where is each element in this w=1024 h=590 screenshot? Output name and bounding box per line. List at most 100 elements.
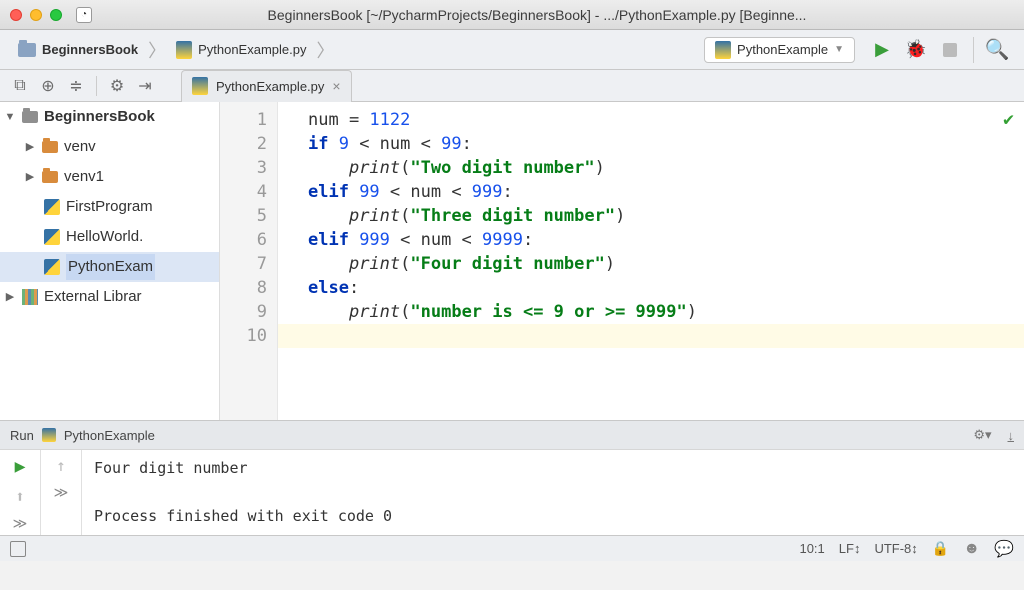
search-button[interactable]: 🔍 xyxy=(984,37,1010,63)
python-file-icon xyxy=(42,428,56,442)
lock-icon[interactable]: 🔒 xyxy=(932,540,949,557)
python-file-icon xyxy=(176,41,192,59)
chevron-right-icon: 〉 xyxy=(148,37,166,63)
folder-icon xyxy=(18,43,36,57)
file-encoding[interactable]: UTF-8↕ xyxy=(874,541,917,556)
stop-button[interactable] xyxy=(937,37,963,63)
main-area: ▼ BeginnersBook ▶ venv ▶ venv1 FirstProg… xyxy=(0,102,1024,420)
folder-icon xyxy=(22,111,38,123)
folder-icon xyxy=(42,141,58,153)
tree-root-label: BeginnersBook xyxy=(44,104,155,130)
app-icon: ◔ xyxy=(76,7,92,23)
close-button[interactable] xyxy=(10,9,22,21)
separator xyxy=(973,37,974,63)
window-title: BeginnersBook [~/PycharmProjects/Beginne… xyxy=(100,7,1014,23)
code-line: print("number is <= 9 or >= 9999") xyxy=(308,300,1024,324)
window-titlebar: ◔ BeginnersBook [~/PycharmProjects/Begin… xyxy=(0,0,1024,30)
run-title-name: PythonExample xyxy=(64,428,155,443)
code-line: print("Three digit number") xyxy=(308,204,1024,228)
up-button[interactable]: ↑ xyxy=(56,456,66,475)
select-open-file-icon[interactable]: ⧉ xyxy=(8,74,32,98)
run-header[interactable]: Run PythonExample ⚙▾ ↓ xyxy=(0,421,1024,449)
code-line: print("Two digit number") xyxy=(308,156,1024,180)
chevron-down-icon: ▼ xyxy=(834,44,844,55)
editor-tab[interactable]: PythonExample.py × xyxy=(181,70,352,102)
run-configuration-dropdown[interactable]: PythonExample ▼ xyxy=(704,37,855,63)
tree-root[interactable]: ▼ BeginnersBook xyxy=(0,102,219,132)
run-tool-window: Run PythonExample ⚙▾ ↓ ▶ ⬆ ≫ ↑ ≫ Four di… xyxy=(0,420,1024,535)
project-toolbar: ⧉ ⊕ ≑ ⚙ ⇥ PythonExample.py × xyxy=(0,70,1024,102)
folder-icon xyxy=(42,171,58,183)
python-file-icon xyxy=(44,229,60,245)
minimize-button[interactable] xyxy=(30,9,42,21)
code-line xyxy=(278,324,1024,348)
code-line: elif 99 < num < 999: xyxy=(308,180,1024,204)
code-line: print("Four digit number") xyxy=(308,252,1024,276)
run-config-label: PythonExample xyxy=(737,42,828,57)
breadcrumb-project[interactable]: BeginnersBook xyxy=(10,38,146,61)
run-button[interactable]: ▶ xyxy=(869,37,895,63)
tree-item-label: venv1 xyxy=(64,164,104,190)
separator xyxy=(96,76,97,96)
tree-item-helloworld[interactable]: HelloWorld. xyxy=(0,222,219,252)
tree-item-label: HelloWorld. xyxy=(66,224,143,250)
tool-windows-icon[interactable] xyxy=(10,541,26,557)
code-area[interactable]: ✔ num = 1122 if 9 < num < 99: print("Two… xyxy=(278,102,1024,420)
tree-item-venv[interactable]: ▶ venv xyxy=(0,132,219,162)
collapse-all-icon[interactable]: ≑ xyxy=(64,74,88,98)
scroll-from-source-icon[interactable]: ⊕ xyxy=(36,74,60,98)
more-button[interactable]: ≫ xyxy=(54,485,69,501)
expand-icon[interactable]: ▶ xyxy=(24,164,36,190)
settings-icon[interactable]: ⚙ xyxy=(105,74,129,98)
inspection-ok-icon: ✔ xyxy=(1003,108,1014,132)
feedback-icon[interactable]: 💬 xyxy=(994,539,1014,559)
python-file-icon xyxy=(44,199,60,215)
more-button[interactable]: ≫ xyxy=(13,516,28,532)
run-title-prefix: Run xyxy=(10,428,34,443)
breadcrumb-project-label: BeginnersBook xyxy=(42,42,138,57)
python-file-icon xyxy=(715,41,731,59)
status-bar: 10:1 LF↕ UTF-8↕ 🔒 ☻ 💬 xyxy=(0,535,1024,561)
close-tab-icon[interactable]: × xyxy=(332,78,340,94)
output-line: Process finished with exit code 0 xyxy=(94,504,392,528)
breadcrumb-file-label: PythonExample.py xyxy=(198,42,306,57)
caret-position[interactable]: 10:1 xyxy=(799,541,824,556)
traffic-lights xyxy=(10,9,62,21)
tree-external-libraries[interactable]: ▶ External Librar xyxy=(0,282,219,312)
code-line: if 9 < num < 99: xyxy=(308,132,1024,156)
tree-item-label: venv xyxy=(64,134,96,160)
breadcrumb-file[interactable]: PythonExample.py xyxy=(168,37,314,63)
hide-icon[interactable]: ⇥ xyxy=(133,74,157,98)
project-sidebar[interactable]: ▼ BeginnersBook ▶ venv ▶ venv1 FirstProg… xyxy=(0,102,220,420)
editor-gutter: 123 456 789 10 xyxy=(220,102,278,420)
code-line: else: xyxy=(308,276,1024,300)
zoom-button[interactable] xyxy=(50,9,62,21)
navigation-bar: BeginnersBook 〉 PythonExample.py 〉 Pytho… xyxy=(0,30,1024,70)
code-line: elif 999 < num < 9999: xyxy=(308,228,1024,252)
tree-item-venv1[interactable]: ▶ venv1 xyxy=(0,162,219,192)
tree-item-label: FirstProgram xyxy=(66,194,153,220)
chevron-right-icon: 〉 xyxy=(316,37,334,63)
run-side-toolbar-2: ↑ ≫ xyxy=(41,450,81,535)
download-icon[interactable]: ↓ xyxy=(1008,428,1015,443)
expand-icon[interactable]: ▶ xyxy=(4,284,16,310)
collapse-icon[interactable]: ▼ xyxy=(4,104,16,130)
tree-item-label: External Librar xyxy=(44,284,142,310)
output-line: Four digit number xyxy=(94,456,392,480)
debug-button[interactable]: 🐞 xyxy=(903,37,929,63)
code-editor[interactable]: 123 456 789 10 ✔ num = 1122 if 9 < num <… xyxy=(220,102,1024,420)
tree-item-firstprogram[interactable]: FirstProgram xyxy=(0,192,219,222)
library-icon xyxy=(22,289,38,305)
code-line: num = 1122 xyxy=(308,108,1024,132)
python-file-icon xyxy=(44,259,60,275)
run-output[interactable]: Four digit number Process finished with … xyxy=(82,450,404,535)
gear-icon[interactable]: ⚙▾ xyxy=(973,427,991,443)
expand-icon[interactable]: ▶ xyxy=(24,134,36,160)
line-separator[interactable]: LF↕ xyxy=(839,541,861,556)
rerun-button[interactable]: ▶ xyxy=(15,456,26,477)
tree-item-pythonexample[interactable]: PythonExam xyxy=(0,252,219,282)
up-stack-button[interactable]: ⬆ xyxy=(15,487,25,506)
editor-tab-label: PythonExample.py xyxy=(216,79,324,94)
tree-item-label: PythonExam xyxy=(66,254,155,280)
inspector-icon[interactable]: ☻ xyxy=(963,540,980,558)
